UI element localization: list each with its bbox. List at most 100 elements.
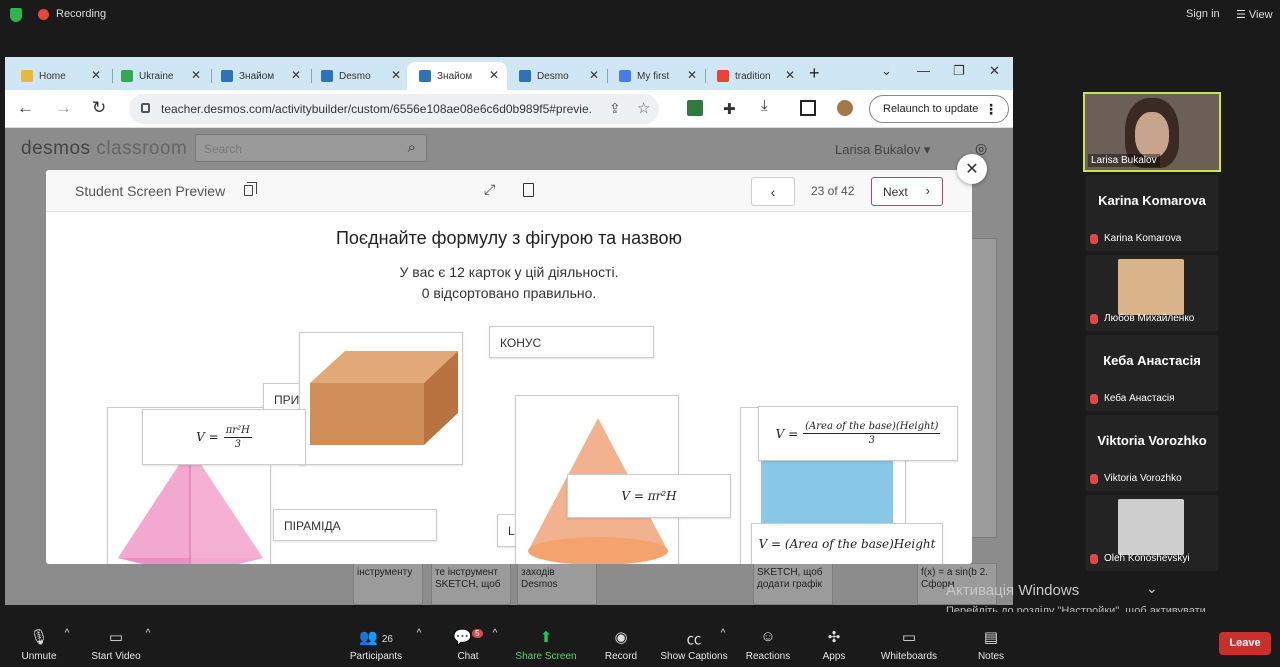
url-text[interactable]: teacher.desmos.com/activitybuilder/custo…: [161, 102, 591, 116]
whiteboards-button[interactable]: ▭ Whiteboards: [876, 628, 942, 662]
forward-button[interactable]: →: [55, 98, 72, 118]
muted-mic-icon: [1090, 394, 1098, 404]
tab-tradition[interactable]: tradition ✕: [705, 62, 803, 90]
copy-icon[interactable]: [244, 182, 257, 196]
participant-tile[interactable]: Oleh Konoshevskyi: [1086, 495, 1218, 571]
relaunch-button[interactable]: Relaunch to update ⋮: [869, 95, 1009, 123]
modal-title: Student Screen Preview: [75, 183, 226, 199]
calculator-icon[interactable]: [523, 183, 534, 197]
box-shape-icon: [310, 351, 458, 445]
tab-ukraine[interactable]: Ukraine ✕: [109, 62, 209, 90]
video-options-caret[interactable]: ^: [141, 628, 155, 639]
tab-home[interactable]: Home ✕: [9, 62, 109, 90]
captions-options-caret[interactable]: ^: [716, 628, 730, 639]
tab-label: Desmo: [537, 70, 569, 82]
participants-options-caret[interactable]: ^: [412, 628, 426, 639]
lock-icon: [141, 103, 150, 113]
card-label-cone[interactable]: КОНУС: [489, 326, 654, 358]
audio-options-caret[interactable]: ^: [60, 628, 74, 639]
close-preview-button[interactable]: ✕: [957, 154, 987, 184]
notes-button[interactable]: ▤ Notes: [972, 628, 1010, 662]
new-tab-button[interactable]: +: [809, 63, 820, 84]
desmos-favicon-icon: [321, 70, 333, 82]
formula-card-cone[interactable]: V = πr²H 3: [142, 409, 306, 465]
close-icon[interactable]: ✕: [191, 68, 201, 82]
participants-button[interactable]: 👥 26 Participants: [344, 628, 408, 662]
chevron-down-icon[interactable]: ⌄: [1146, 580, 1158, 597]
tab-label: Знайом: [437, 70, 473, 82]
more-icon[interactable]: ⋮: [984, 101, 998, 118]
profile-avatar[interactable]: [837, 100, 853, 116]
puzzle-icon[interactable]: ✚: [723, 100, 739, 118]
muted-mic-icon: [1090, 234, 1098, 244]
formula-card-pyramid[interactable]: V = (Area of the base)(Height) 3: [758, 406, 958, 461]
share-screen-button[interactable]: ⬆ Share Screen: [514, 628, 578, 662]
leave-button[interactable]: Leave: [1219, 632, 1271, 655]
sign-in-link[interactable]: Sign in: [1186, 8, 1220, 20]
tab-label: Ukraine: [139, 70, 174, 82]
close-icon[interactable]: ✕: [91, 68, 101, 82]
desmos-search-input[interactable]: Search ⌕: [195, 134, 427, 162]
address-bar[interactable]: teacher.desmos.com/activitybuilder/custo…: [129, 94, 659, 124]
search-icon[interactable]: ⌕: [408, 139, 416, 156]
share-icon[interactable]: ⇪: [609, 100, 621, 117]
extension-icon[interactable]: [687, 100, 703, 116]
tab-desmos-3[interactable]: Desmo ✕: [507, 62, 607, 90]
reload-button[interactable]: ↻: [92, 98, 106, 118]
self-video-tile[interactable]: Larisa Bukalov: [1083, 92, 1221, 172]
activity-status: 0 відсортовано правильно.: [421, 285, 597, 301]
desmos-user-menu[interactable]: Larisa Bukalov ▾: [835, 142, 930, 158]
close-icon[interactable]: ✕: [391, 68, 401, 82]
window-close-button[interactable]: ✕: [989, 63, 1000, 79]
reactions-icon: ☺: [760, 628, 776, 645]
box-image-card[interactable]: [299, 332, 463, 465]
bg-card: те інструмент SKETCH, щоб: [431, 563, 511, 605]
restore-button[interactable]: ❐: [953, 63, 965, 79]
formula-card-cylinder[interactable]: V = πr²H: [567, 474, 731, 518]
modal-header: Student Screen Preview ⤢ ‹ 23 of 42 Next…: [46, 170, 972, 212]
close-icon[interactable]: ✕: [291, 68, 301, 82]
view-button[interactable]: ☰ View: [1236, 8, 1273, 21]
tab-desmos-1[interactable]: Знайом ✕: [209, 62, 309, 90]
desmos-favicon-icon: [221, 70, 233, 82]
chat-button[interactable]: 💬 5 Chat: [450, 628, 486, 662]
recording-icon: [38, 9, 49, 20]
tab-label: Знайом: [239, 70, 275, 82]
participant-tile[interactable]: Viktoria Vorozhko Viktoria Vorozhko: [1086, 415, 1218, 491]
tab-strip: Home ✕ Ukraine ✕ Знайом ✕ Desmo ✕ Знайом…: [5, 57, 1013, 90]
start-video-button[interactable]: ▭ Start Video: [86, 628, 146, 662]
close-icon[interactable]: ✕: [589, 68, 599, 82]
chevron-down-icon[interactable]: ⌄: [881, 63, 892, 79]
desmos-favicon-icon: [519, 70, 531, 82]
desmos-logo: desmos classroom: [21, 138, 188, 159]
back-button[interactable]: ←: [17, 98, 34, 118]
bg-card: інструменту: [353, 563, 423, 605]
close-icon[interactable]: ✕: [785, 68, 795, 82]
star-icon[interactable]: ☆: [637, 99, 650, 117]
tab-label: Home: [39, 70, 66, 82]
close-icon[interactable]: ✕: [489, 68, 499, 82]
record-button[interactable]: ◉ Record: [600, 628, 642, 662]
previous-button[interactable]: ‹: [751, 177, 795, 206]
tab-desmos-active[interactable]: Знайом ✕: [407, 62, 507, 90]
reactions-button[interactable]: ☺ Reactions: [742, 628, 794, 662]
card-label-pyramid[interactable]: ПІРАМІДА: [273, 509, 437, 541]
relaunch-label: Relaunch to update: [883, 103, 979, 115]
unmute-button[interactable]: 🎙 Unmute: [18, 628, 60, 662]
minimize-button[interactable]: —: [917, 63, 930, 78]
participant-tile[interactable]: Кеба Анастасія Кеба Анастасія: [1086, 335, 1218, 411]
chat-icon: 💬 5: [450, 628, 486, 648]
close-icon[interactable]: ✕: [687, 68, 697, 82]
apps-button[interactable]: ✣ Apps: [816, 628, 852, 662]
chat-options-caret[interactable]: ^: [488, 628, 502, 639]
activity-subtitle: У вас є 12 карток у цій діяльності.: [399, 264, 619, 280]
side-panel-icon[interactable]: [800, 100, 816, 116]
tab-my-first[interactable]: My first ✕: [607, 62, 705, 90]
next-button[interactable]: Next ›: [871, 177, 943, 206]
expand-icon[interactable]: ⤢: [484, 181, 495, 198]
participant-tile[interactable]: Karina Komarova Karina Komarova: [1086, 175, 1218, 251]
tab-desmos-2[interactable]: Desmo ✕: [309, 62, 409, 90]
participant-tile[interactable]: Любов Михайленко: [1086, 255, 1218, 331]
download-icon[interactable]: ⤓: [761, 97, 777, 114]
formula-card-prism[interactable]: V = (Area of the base)Height: [751, 523, 943, 564]
